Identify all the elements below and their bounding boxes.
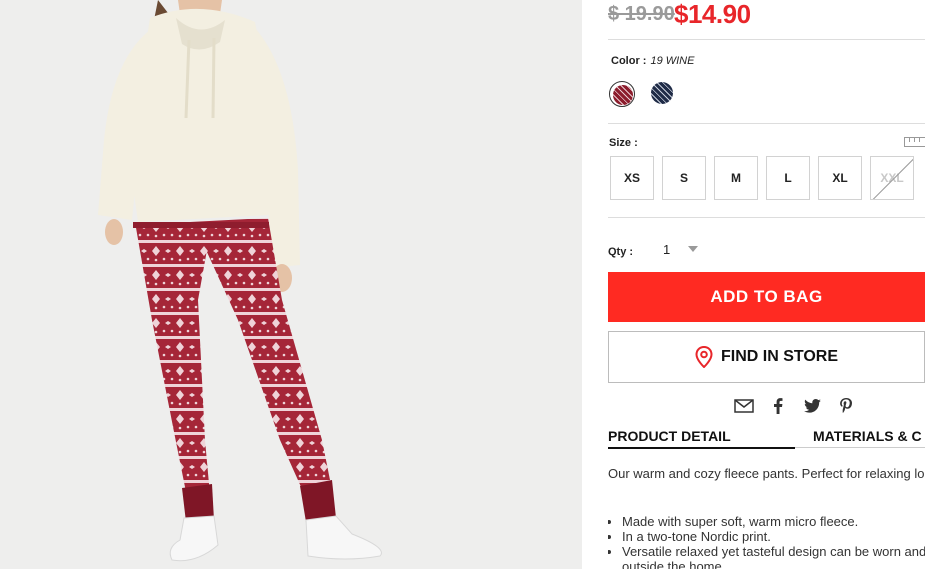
product-description: Our warm and cozy fleece pants. Perfect … [608, 466, 925, 481]
size-option-l[interactable]: L [766, 156, 810, 200]
list-item: Made with super soft, warm micro fleece. [622, 514, 925, 529]
tab-product-detail[interactable]: PRODUCT DETAIL [608, 428, 731, 444]
add-to-bag-button[interactable]: ADD TO BAG [608, 272, 925, 322]
color-label: Color : [611, 55, 647, 67]
size-option-xxl-unavailable: XXL [870, 156, 914, 200]
map-pin-icon [695, 346, 713, 368]
selected-color-name: 19 WINE [650, 55, 695, 67]
size-option-s[interactable]: S [662, 156, 706, 200]
find-in-store-label: FIND IN STORE [720, 348, 839, 365]
sale-price: $14.90 [674, 0, 751, 29]
color-label-row: Color :19 WINE [611, 55, 694, 67]
size-option-m[interactable]: M [714, 156, 758, 200]
product-image[interactable] [0, 0, 582, 569]
original-price: $ 19.90 [608, 3, 675, 25]
size-chart-icon[interactable] [904, 137, 925, 147]
divider [608, 217, 925, 218]
qty-select-value[interactable]: 1 [663, 242, 670, 257]
qty-label: Qty : [608, 246, 634, 258]
navy-pattern-swatch [651, 82, 673, 104]
feature-list: Made with super soft, warm micro fleece.… [608, 514, 925, 569]
model-illustration [0, 0, 582, 569]
list-item: In a two-tone Nordic print. [622, 529, 925, 544]
purchase-panel: $ 19.90 $14.90 Color :19 WINE Size : XS … [608, 0, 925, 569]
active-tab-indicator [608, 447, 795, 449]
wine-pattern-swatch [613, 85, 633, 105]
divider [608, 123, 925, 124]
divider [608, 39, 925, 40]
tab-divider [795, 447, 925, 448]
tab-materials[interactable]: MATERIALS & C [813, 428, 922, 444]
size-option-xs[interactable]: XS [610, 156, 654, 200]
twitter-icon[interactable] [802, 397, 822, 415]
chevron-down-icon[interactable] [688, 246, 698, 252]
size-option-xl[interactable]: XL [818, 156, 862, 200]
color-swatch-navy[interactable] [650, 81, 676, 107]
pinterest-icon[interactable] [836, 397, 856, 415]
facebook-icon[interactable] [768, 397, 788, 415]
color-swatch-wine[interactable] [609, 81, 635, 107]
find-in-store-button[interactable]: FIND IN STORE [608, 331, 925, 383]
size-label: Size : [609, 137, 638, 149]
list-item: Versatile relaxed yet tasteful design ca… [622, 544, 925, 569]
email-icon[interactable] [734, 397, 754, 415]
